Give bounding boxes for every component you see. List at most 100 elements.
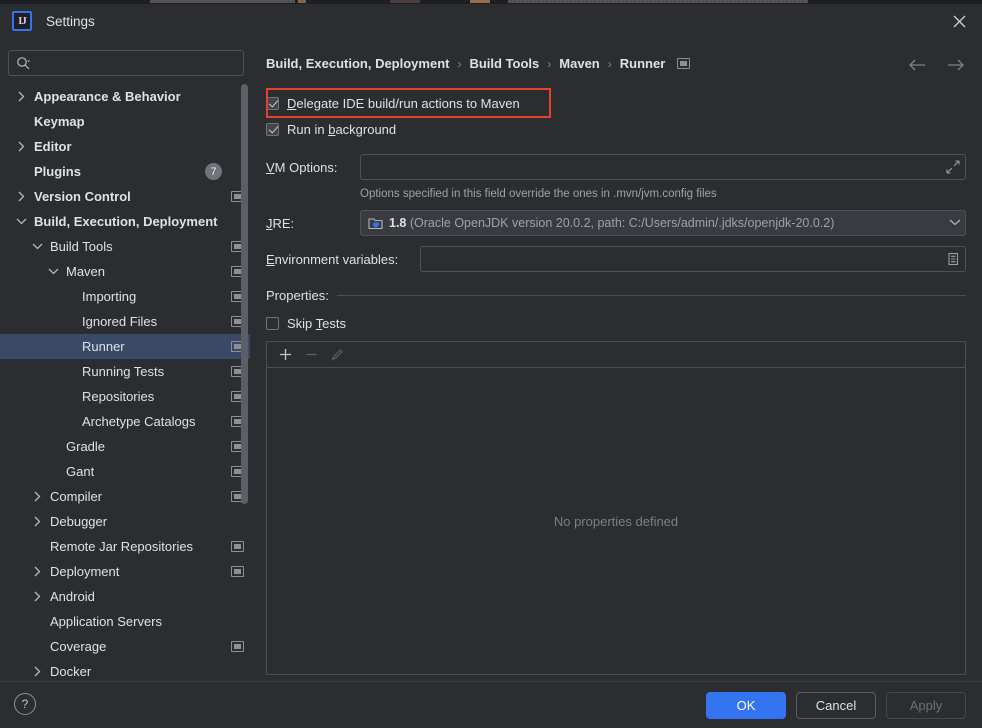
- sidebar-item-plugins[interactable]: Plugins 7: [0, 159, 250, 184]
- plugins-count-badge: 7: [205, 163, 222, 180]
- sidebar-item-label: Build, Execution, Deployment: [34, 214, 218, 229]
- chevron-down-icon[interactable]: [14, 215, 28, 229]
- run-in-background-row[interactable]: Run in background: [266, 116, 966, 142]
- sidebar-item-coverage[interactable]: Coverage: [0, 634, 250, 659]
- sidebar-item-importing[interactable]: Importing: [0, 284, 250, 309]
- plus-icon[interactable]: [273, 344, 297, 366]
- breadcrumb-separator: ›: [607, 56, 612, 71]
- chevron-right-icon[interactable]: [30, 490, 44, 504]
- skip-tests-checkbox[interactable]: [266, 316, 279, 330]
- sidebar-item-version-control[interactable]: Version Control: [0, 184, 250, 209]
- vm-options-input[interactable]: [361, 155, 941, 179]
- properties-empty-text: No properties defined: [553, 513, 679, 529]
- sidebar-item-label: Plugins: [34, 164, 81, 179]
- env-variables-field[interactable]: [420, 246, 966, 272]
- sidebar-item-archetype-catalogs[interactable]: Archetype Catalogs: [0, 409, 250, 434]
- sidebar-item-deployment[interactable]: Deployment: [0, 559, 250, 584]
- jre-row: JRE: 1.8 (Oracle OpenJDK version 20.0.2,…: [266, 210, 966, 236]
- expand-icon[interactable]: [941, 155, 965, 179]
- sidebar-item-label: Runner: [82, 339, 125, 354]
- chevron-down-icon[interactable]: [949, 217, 961, 229]
- sidebar-item-build-execution-deployment[interactable]: Build, Execution, Deployment: [0, 209, 250, 234]
- jre-combobox[interactable]: 1.8 (Oracle OpenJDK version 20.0.2, path…: [360, 210, 966, 236]
- sidebar-item-remote-jar-repositories[interactable]: Remote Jar Repositories: [0, 534, 250, 559]
- sidebar-item-label: Compiler: [50, 489, 103, 504]
- sidebar-item-label: Editor: [34, 139, 72, 154]
- vm-options-label: VM Options:: [266, 159, 338, 175]
- vm-options-field[interactable]: [360, 154, 966, 180]
- sidebar-item-ignored-files[interactable]: Ignored Files: [0, 309, 250, 334]
- chevron-right-icon[interactable]: [14, 90, 28, 104]
- chevron-right-icon[interactable]: [30, 565, 44, 579]
- sidebar-item-android[interactable]: Android: [0, 584, 250, 609]
- help-icon[interactable]: ?: [14, 693, 36, 715]
- sidebar-item-gradle[interactable]: Gradle: [0, 434, 250, 459]
- arrow-right-icon[interactable]: [944, 54, 966, 76]
- delegate-build-row[interactable]: Delegate IDE build/run actions to Maven: [266, 90, 966, 116]
- dialog-footer: ? OK Cancel Apply: [0, 681, 982, 728]
- sidebar-item-application-servers[interactable]: Application Servers: [0, 609, 250, 634]
- sidebar-item-editor[interactable]: Editor: [0, 134, 250, 159]
- pencil-icon: [325, 344, 349, 366]
- sidebar-item-running-tests[interactable]: Running Tests: [0, 359, 250, 384]
- ok-button[interactable]: OK: [706, 692, 786, 719]
- sidebar-item-label: Archetype Catalogs: [82, 414, 196, 429]
- project-scope-icon: [231, 566, 244, 577]
- sidebar-item-repositories[interactable]: Repositories: [0, 384, 250, 409]
- jre-version: 1.8: [389, 216, 407, 230]
- section-divider: [336, 295, 966, 296]
- chevron-down-icon[interactable]: [46, 265, 60, 279]
- sidebar-item-label: Gant: [66, 464, 95, 479]
- settings-search[interactable]: [8, 50, 244, 76]
- breadcrumb-item-build-execution-deployment[interactable]: Build, Execution, Deployment: [266, 56, 449, 71]
- sidebar-scrollbar[interactable]: [241, 84, 248, 504]
- skip-tests-row[interactable]: Skip Tests: [266, 312, 966, 334]
- sidebar-item-label: Build Tools: [50, 239, 113, 254]
- delegate-build-checkbox[interactable]: [266, 96, 279, 110]
- settings-tree[interactable]: Appearance & Behavior Keymap Editor Plugins…: [0, 84, 250, 681]
- skip-tests-label: Skip Tests: [287, 315, 347, 331]
- sidebar-item-compiler[interactable]: Compiler: [0, 484, 250, 509]
- chevron-right-icon[interactable]: [30, 590, 44, 604]
- chevron-down-icon[interactable]: [30, 240, 44, 254]
- jre-detail: (Oracle OpenJDK version 20.0.2, path: C:…: [409, 216, 835, 230]
- sidebar-item-docker[interactable]: Docker: [0, 659, 250, 681]
- breadcrumb-item-maven[interactable]: Maven: [559, 56, 599, 71]
- chevron-right-icon[interactable]: [30, 515, 44, 529]
- env-variables-input[interactable]: [421, 247, 941, 271]
- sidebar-item-keymap[interactable]: Keymap: [0, 109, 250, 134]
- close-icon[interactable]: [936, 4, 982, 38]
- settings-dialog: IJ Settings Appearance & Behavior Keymap E…: [0, 0, 982, 728]
- run-in-background-checkbox[interactable]: [266, 122, 279, 136]
- runner-settings-form: Delegate IDE build/run actions to Maven …: [266, 90, 966, 675]
- properties-empty-list[interactable]: No properties defined: [266, 367, 966, 675]
- sidebar-item-label: Docker: [50, 664, 92, 679]
- sidebar-item-debugger[interactable]: Debugger: [0, 509, 250, 534]
- chevron-right-icon[interactable]: [30, 665, 44, 679]
- properties-label: Properties:: [266, 288, 329, 303]
- intellij-logo-icon: IJ: [12, 11, 32, 31]
- apply-button: Apply: [886, 692, 966, 719]
- arrow-left-icon[interactable]: [906, 54, 928, 76]
- list-edit-icon[interactable]: [941, 247, 965, 271]
- search-input[interactable]: [31, 51, 243, 75]
- chevron-right-icon[interactable]: [14, 190, 28, 204]
- chevron-right-icon[interactable]: [14, 140, 28, 154]
- breadcrumb-item-build-tools[interactable]: Build Tools: [469, 56, 539, 71]
- sidebar-item-label: Version Control: [34, 189, 131, 204]
- sidebar-item-maven[interactable]: Maven: [0, 259, 250, 284]
- sidebar-item-appearance-behavior[interactable]: Appearance & Behavior: [0, 84, 250, 109]
- properties-section-header: Properties:: [266, 288, 966, 303]
- sidebar-item-label: Appearance & Behavior: [34, 89, 181, 104]
- breadcrumb-item-runner[interactable]: Runner: [620, 56, 666, 71]
- breadcrumb: Build, Execution, Deployment › Build Tools…: [266, 56, 691, 71]
- env-variables-label: Environment variables:: [266, 251, 399, 267]
- sidebar-item-runner[interactable]: Runner: [0, 334, 250, 359]
- breadcrumb-separator: ›: [547, 56, 552, 71]
- env-variables-row: Environment variables:: [266, 246, 966, 272]
- sidebar-item-build-tools[interactable]: Build Tools: [0, 234, 250, 259]
- sidebar-item-label: Android: [50, 589, 95, 604]
- sidebar-item-gant[interactable]: Gant: [0, 459, 250, 484]
- cancel-button[interactable]: Cancel: [796, 692, 876, 719]
- window-title: Settings: [46, 13, 95, 29]
